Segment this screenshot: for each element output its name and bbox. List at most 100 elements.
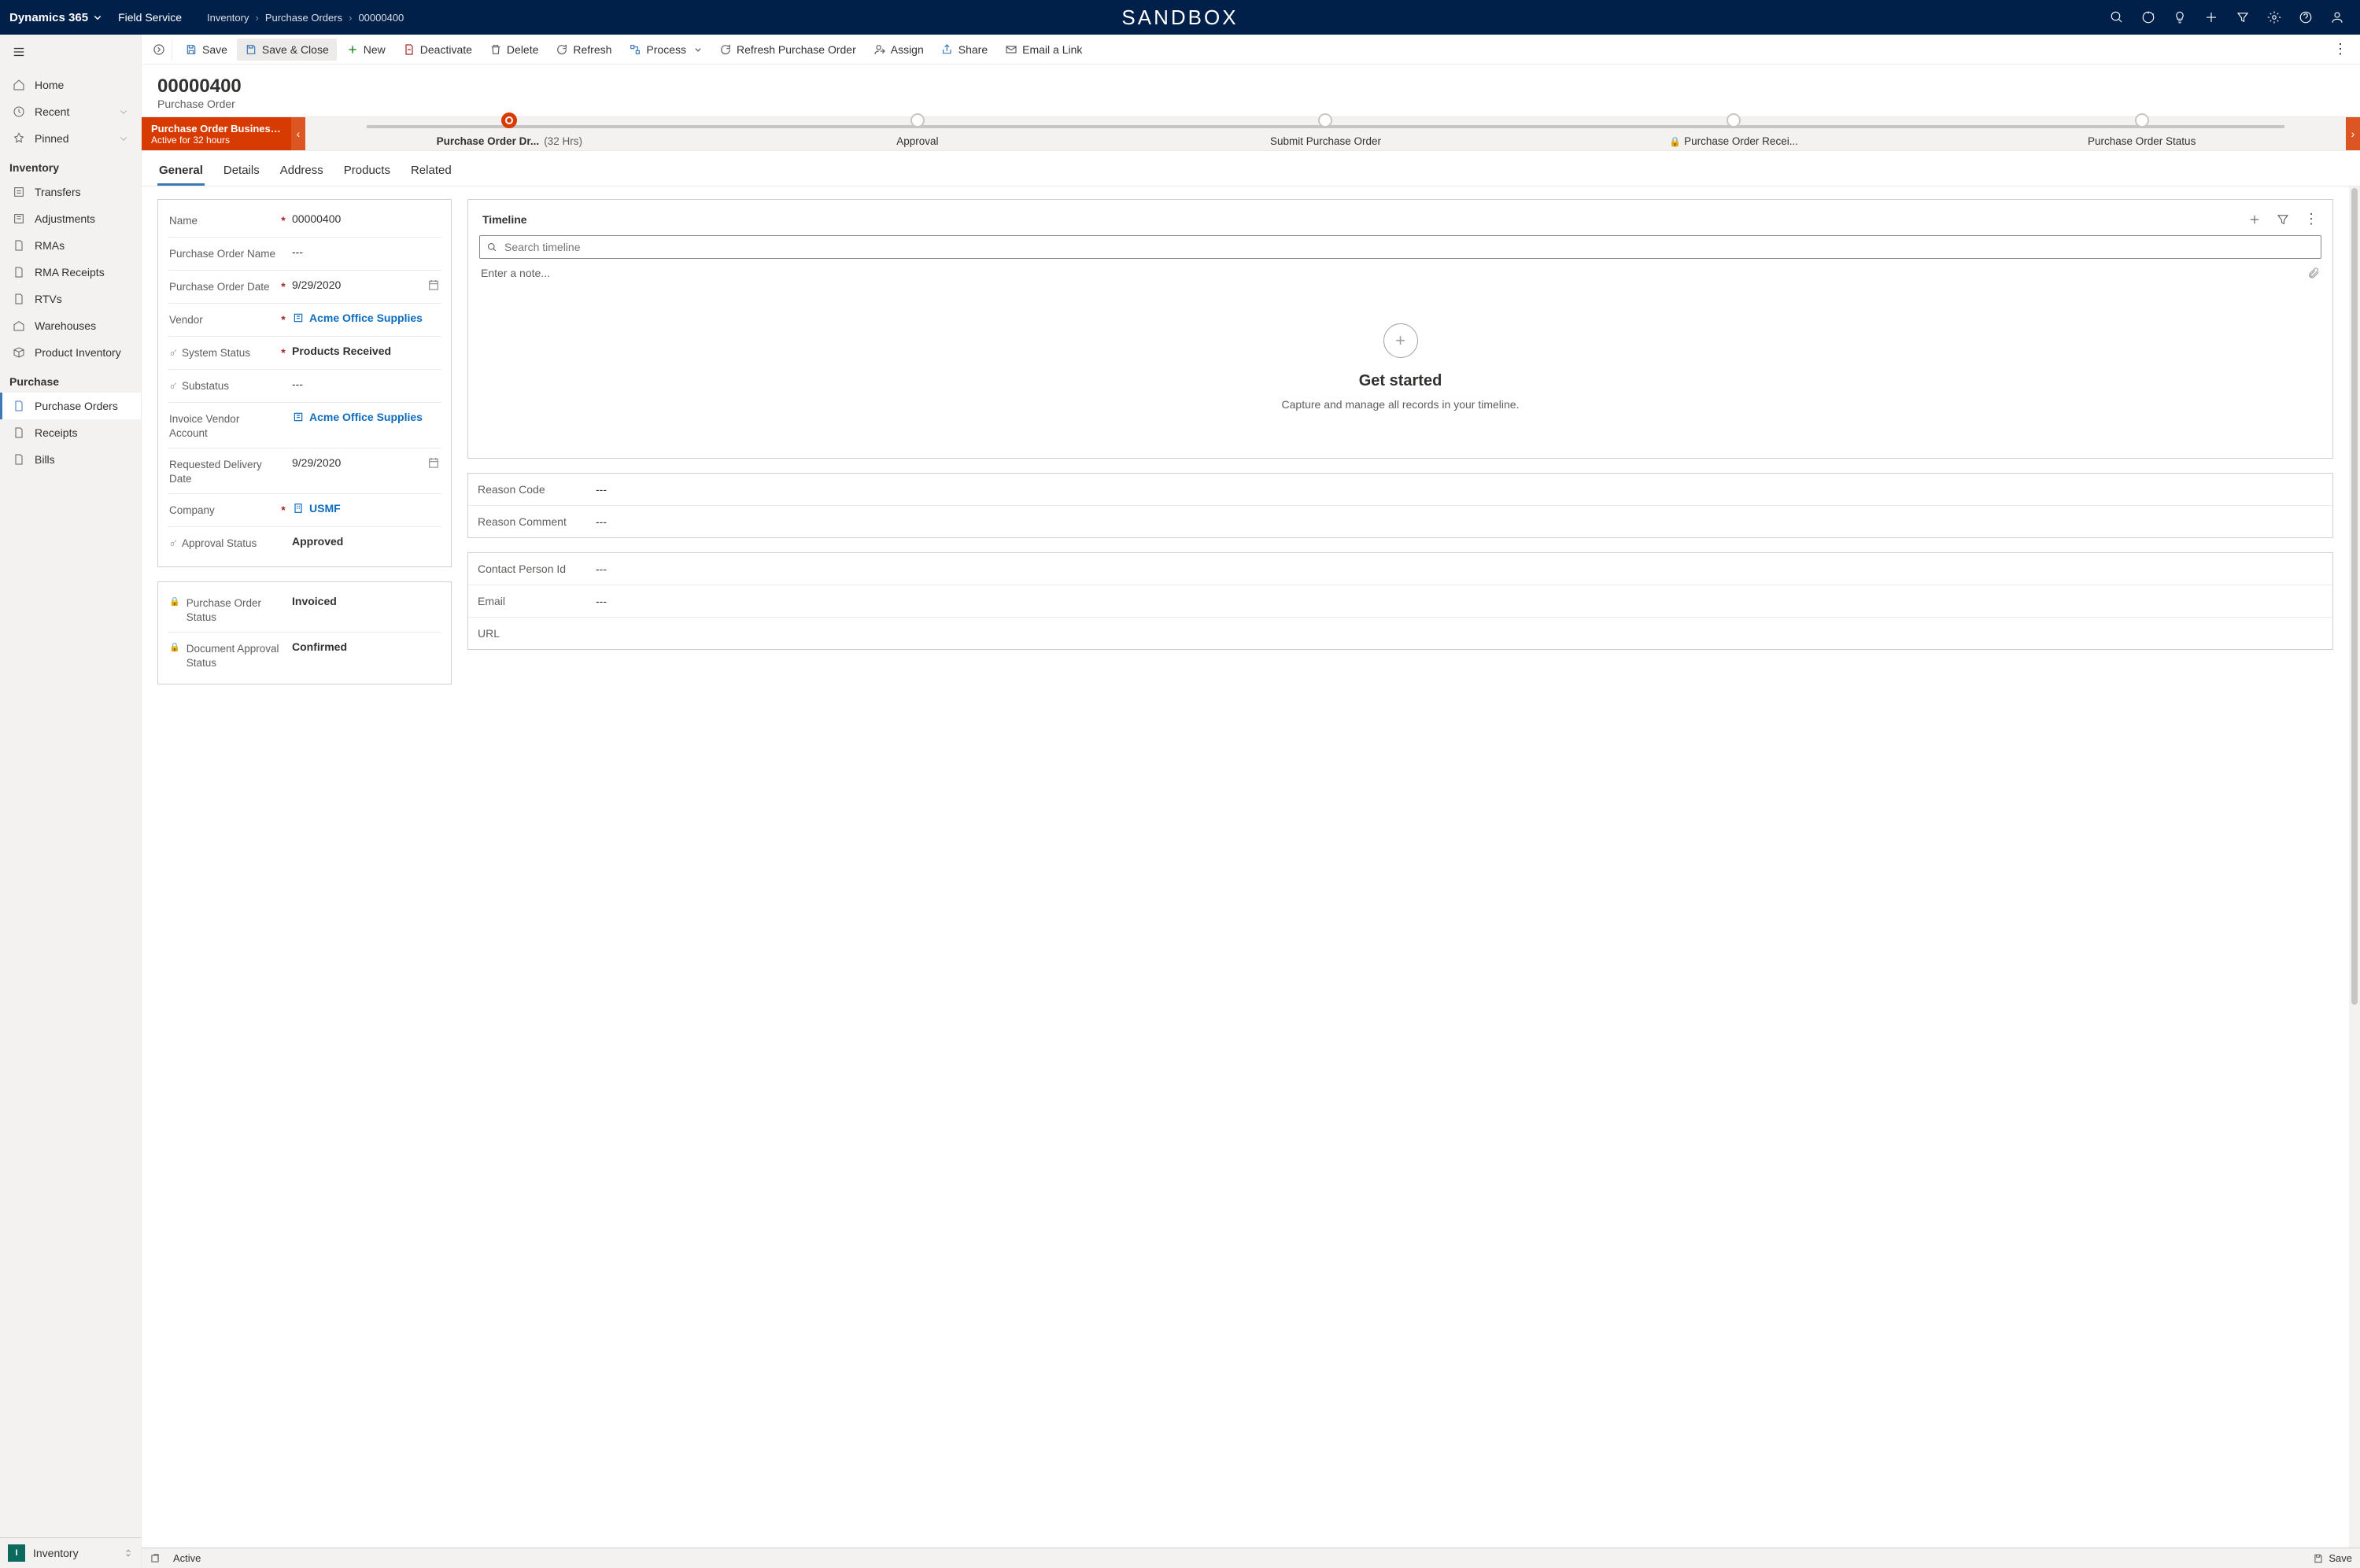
timeline-add-icon[interactable] [2247, 212, 2262, 227]
mail-icon [1005, 43, 1017, 56]
paperclip-icon[interactable] [2307, 267, 2320, 279]
lightbulb-icon[interactable] [2173, 10, 2187, 24]
refresh-button[interactable]: Refresh [548, 39, 619, 61]
area-badge: I [8, 1544, 25, 1562]
app-launcher[interactable]: Dynamics 365 [9, 11, 102, 24]
nav-bills[interactable]: Bills [0, 446, 141, 473]
field-company[interactable]: Company * USMF [168, 494, 441, 527]
business-process-flow: Purchase Order Business ... Active for 3… [142, 116, 2360, 151]
email-link-button[interactable]: Email a Link [997, 39, 1090, 61]
popout-icon[interactable] [150, 1553, 161, 1564]
refresh-icon [556, 43, 568, 56]
refresh-po-button[interactable]: Refresh Purchase Order [711, 39, 864, 61]
timeline-note-input[interactable]: Enter a note... [479, 259, 2321, 284]
bpf-stage-2[interactable]: Submit Purchase Order [1121, 135, 1530, 147]
record-title: 00000400 [157, 76, 2344, 98]
nav-product-inventory[interactable]: Product Inventory [0, 339, 141, 366]
nav-home[interactable]: Home [0, 72, 141, 98]
more-commands[interactable]: ⋮ [2325, 36, 2355, 62]
deactivate-button[interactable]: Deactivate [395, 39, 480, 61]
nav-transfers[interactable]: Transfers [0, 179, 141, 205]
calendar-icon[interactable] [427, 279, 440, 291]
field-name[interactable]: Name * 00000400 [168, 205, 441, 238]
plus-icon[interactable] [2204, 10, 2218, 24]
assign-button[interactable]: Assign [866, 39, 932, 61]
nav-rma-receipts[interactable]: RMA Receipts [0, 259, 141, 286]
plus-circle-icon[interactable]: + [1383, 323, 1418, 358]
share-icon [941, 43, 954, 56]
timeline-filter-icon[interactable] [2276, 212, 2290, 227]
nav-adjustments[interactable]: Adjustments [0, 205, 141, 232]
tab-general[interactable]: General [157, 157, 205, 186]
go-back-button[interactable] [146, 39, 172, 61]
refresh-icon [719, 43, 732, 56]
app-area[interactable]: Field Service [118, 11, 182, 24]
tab-products[interactable]: Products [342, 157, 392, 186]
hamburger-menu[interactable] [0, 35, 141, 72]
form-body: Name * 00000400 Purchase Order Name * --… [142, 186, 2349, 1548]
bpf-prev[interactable]: ‹ [291, 117, 305, 150]
field-system-status[interactable]: System Status * Products Received [168, 337, 441, 370]
breadcrumb-1[interactable]: Purchase Orders [265, 12, 342, 24]
nav-recent[interactable]: Recent [0, 98, 141, 125]
bpf-dot-icon [1318, 113, 1332, 127]
breadcrumb-2[interactable]: 00000400 [358, 12, 404, 24]
nav-purchase-orders[interactable]: Purchase Orders [0, 393, 141, 419]
scrollbar[interactable] [2349, 186, 2360, 1548]
field-substatus[interactable]: Substatus * --- [168, 370, 441, 403]
field-vendor[interactable]: Vendor * Acme Office Supplies [168, 304, 441, 337]
new-button[interactable]: New [338, 39, 393, 61]
key-icon [169, 348, 179, 357]
bpf-next[interactable]: › [2346, 117, 2360, 150]
footer-save-button[interactable]: Save [2313, 1552, 2352, 1564]
search-icon[interactable] [2110, 10, 2124, 24]
field-po-name[interactable]: Purchase Order Name * --- [168, 238, 441, 271]
bpf-stage-1[interactable]: Approval [714, 135, 1122, 147]
delete-button[interactable]: Delete [482, 39, 546, 61]
gear-icon[interactable] [2267, 10, 2281, 24]
timeline-search-input[interactable] [504, 241, 2314, 253]
bpf-stage-0[interactable]: Purchase Order Dr...(32 Hrs) [305, 135, 714, 147]
key-icon [169, 538, 179, 548]
filter-icon[interactable] [2236, 10, 2250, 24]
save-button[interactable]: Save [177, 39, 235, 61]
save-close-button[interactable]: Save & Close [237, 39, 337, 61]
timeline-search[interactable] [479, 235, 2321, 259]
tab-details[interactable]: Details [222, 157, 261, 186]
calendar-icon[interactable] [427, 456, 440, 469]
timeline-more-icon[interactable]: ⋮ [2304, 211, 2318, 227]
nav-rmas[interactable]: RMAs [0, 232, 141, 259]
field-approval-status[interactable]: Approval Status * Approved [168, 527, 441, 560]
bpf-name[interactable]: Purchase Order Business ... Active for 3… [142, 117, 291, 150]
user-icon[interactable] [2330, 10, 2344, 24]
bpf-dot-icon [2135, 113, 2149, 127]
field-reason-comment[interactable]: Reason Comment --- [468, 506, 2332, 537]
process-button[interactable]: Process [621, 39, 710, 61]
field-po-date[interactable]: Purchase Order Date * 9/29/2020 [168, 271, 441, 304]
breadcrumb: Inventory › Purchase Orders › 00000400 [207, 12, 404, 24]
timeline-empty-state: + Get started Capture and manage all rec… [479, 284, 2321, 442]
tab-related[interactable]: Related [409, 157, 453, 186]
area-switcher[interactable]: I Inventory [0, 1537, 141, 1568]
task-icon[interactable] [2141, 10, 2155, 24]
field-contact-person[interactable]: Contact Person Id --- [468, 553, 2332, 585]
tab-address[interactable]: Address [279, 157, 325, 186]
bpf-stage-4[interactable]: Purchase Order Status [1937, 135, 2346, 147]
warehouse-icon [13, 319, 25, 332]
nav-warehouses[interactable]: Warehouses [0, 312, 141, 339]
nav-rtvs[interactable]: RTVs [0, 286, 141, 312]
field-invoice-vendor[interactable]: Invoice Vendor Account * Acme Office Sup… [168, 403, 441, 448]
bpf-stage-3[interactable]: 🔒Purchase Order Recei... [1530, 135, 1938, 147]
breadcrumb-0[interactable]: Inventory [207, 12, 249, 24]
field-email[interactable]: Email --- [468, 585, 2332, 618]
field-url[interactable]: URL [468, 618, 2332, 649]
nav-pinned[interactable]: Pinned [0, 125, 141, 152]
sidebar: Home Recent Pinned Inventory Transfers A… [0, 35, 142, 1568]
nav-receipts[interactable]: Receipts [0, 419, 141, 446]
field-requested-date[interactable]: Requested Delivery Date * 9/29/2020 [168, 448, 441, 494]
assign-icon [873, 43, 886, 56]
help-icon[interactable] [2299, 10, 2313, 24]
share-button[interactable]: Share [933, 39, 995, 61]
form-tabs: General Details Address Products Related [142, 151, 2360, 186]
field-reason-code[interactable]: Reason Code --- [468, 474, 2332, 506]
